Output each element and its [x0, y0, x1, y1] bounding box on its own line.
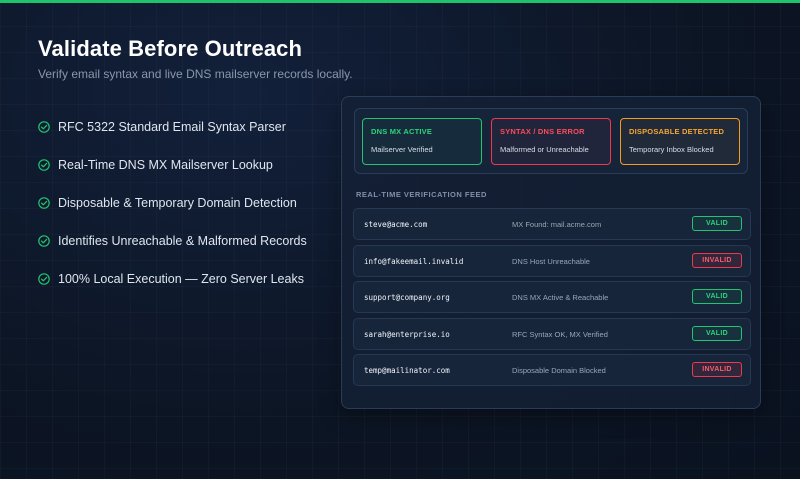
feature-item: RFC 5322 Standard Email Syntax Parser [38, 118, 307, 136]
feature-item: Identifies Unreachable & Malformed Recor… [38, 232, 307, 250]
status-badge: VALID [692, 289, 742, 304]
feed-row: temp@mailinator.com Disposable Domain Bl… [353, 354, 751, 386]
status-card-mx-active: DNS MX ACTIVE Mailserver Verified [362, 118, 482, 165]
feed-heading: REAL-TIME VERIFICATION FEED [356, 190, 487, 199]
feed-detail: RFC Syntax OK, MX Verified [512, 329, 608, 339]
status-badge: VALID [692, 216, 742, 231]
page-subtitle: Verify email syntax and live DNS mailser… [38, 67, 353, 81]
status-card-description: Temporary Inbox Blocked [629, 145, 714, 154]
verification-panel: DNS MX ACTIVE Mailserver Verified SYNTAX… [341, 96, 761, 409]
status-badge: VALID [692, 325, 742, 341]
check-circle-icon [38, 235, 50, 247]
top-accent-bar [0, 0, 800, 3]
check-circle-icon [38, 273, 50, 285]
status-legend: DNS MX ACTIVE Mailserver Verified SYNTAX… [354, 108, 748, 174]
feature-item: 100% Local Execution — Zero Server Leaks [38, 270, 307, 288]
check-circle-icon [38, 159, 50, 171]
status-badge: INVALID [692, 252, 742, 268]
feed-detail: MX Found: mail.acme.com [512, 220, 602, 229]
status-card-description: Mailserver Verified [371, 145, 433, 154]
feature-label: RFC 5322 Standard Email Syntax Parser [58, 120, 286, 134]
status-card-description: Malformed or Unreachable [500, 145, 589, 154]
feature-item: Real-Time DNS MX Mailserver Lookup [38, 156, 307, 174]
feed-email: sarah@enterprise.io [364, 329, 450, 339]
feature-label: 100% Local Execution — Zero Server Leaks [58, 272, 304, 286]
feature-label: Disposable & Temporary Domain Detection [58, 196, 297, 210]
feed-row: info@fakeemail.invalid DNS Host Unreacha… [353, 244, 751, 277]
feature-list: RFC 5322 Standard Email Syntax Parser Re… [38, 118, 307, 308]
feed-row: sarah@enterprise.io RFC Syntax OK, MX Ve… [353, 317, 751, 350]
feed-detail: Disposable Domain Blocked [512, 366, 606, 375]
verification-feed: steve@acme.com MX Found: mail.acme.com V… [353, 208, 751, 391]
status-badge: INVALID [692, 362, 742, 377]
status-card-title: SYNTAX / DNS ERROR [500, 127, 585, 136]
feature-item: Disposable & Temporary Domain Detection [38, 194, 307, 212]
status-card-disposable: DISPOSABLE DETECTED Temporary Inbox Bloc… [620, 118, 740, 165]
feed-email: temp@mailinator.com [364, 366, 450, 375]
feed-email: steve@acme.com [364, 220, 428, 229]
status-card-error: SYNTAX / DNS ERROR Malformed or Unreacha… [491, 118, 611, 165]
feed-detail: DNS MX Active & Reachable [512, 293, 609, 302]
feed-row: steve@acme.com MX Found: mail.acme.com V… [353, 208, 751, 240]
check-circle-icon [38, 121, 50, 133]
feed-email: support@company.org [364, 293, 450, 302]
feed-email: info@fakeemail.invalid [364, 256, 464, 266]
feature-label: Real-Time DNS MX Mailserver Lookup [58, 158, 273, 172]
check-circle-icon [38, 197, 50, 209]
feature-label: Identifies Unreachable & Malformed Recor… [58, 234, 307, 248]
page-title: Validate Before Outreach [38, 36, 303, 61]
status-card-title: DNS MX ACTIVE [371, 127, 433, 136]
feed-row: support@company.org DNS MX Active & Reac… [353, 281, 751, 313]
feed-detail: DNS Host Unreachable [512, 256, 590, 266]
status-card-title: DISPOSABLE DETECTED [629, 127, 725, 136]
